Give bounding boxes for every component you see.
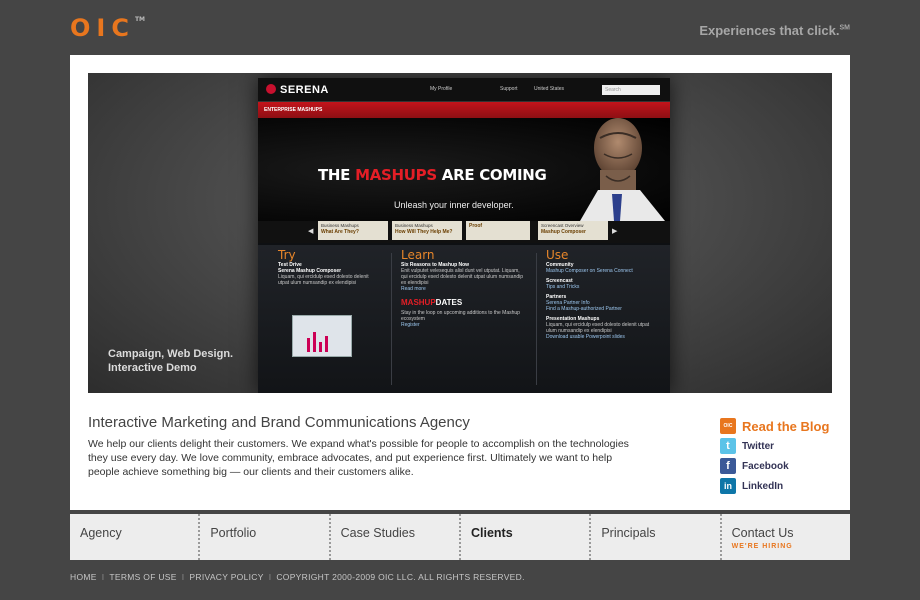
read-blog-link[interactable]: OIC Read the Blog: [720, 416, 829, 436]
serena-tab-1: Business Mashups What Are They?: [318, 221, 388, 240]
intro-text: We help our clients delight their custom…: [88, 438, 629, 478]
composer-screenshot-image: [292, 315, 352, 357]
facebook-icon: f: [720, 458, 736, 474]
tabs-left-arrow-icon: ◀: [308, 228, 314, 235]
nav-clients[interactable]: Clients: [458, 514, 589, 560]
serena-tab-1-top: Business Mashups: [321, 223, 359, 228]
serena-col-learn: Learn Six Reasons to Mashup Now Enit vul…: [393, 245, 533, 393]
oic-blog-icon: OIC: [720, 418, 736, 434]
serena-search: Search: [602, 85, 660, 95]
main-nav: Agency Portfolio Case Studies Clients Pr…: [70, 514, 850, 560]
col-use-body: Liquam, qui ercidulp esed dolesto deleni…: [546, 322, 650, 334]
serena-col-use: Use Community Mashup Composer on Serena …: [538, 245, 668, 393]
read-blog-label: Read the Blog: [742, 418, 830, 434]
tagline: Experiences that click.SM: [699, 23, 850, 38]
serena-tab-3-bottom: Proof: [469, 223, 483, 229]
serena-tab-3: Proof: [466, 221, 530, 240]
serena-nav-profile: My Profile: [430, 86, 453, 92]
headline-part-a: THE: [318, 166, 356, 184]
nav-portfolio[interactable]: Portfolio: [198, 514, 328, 560]
content-panel: Campaign, Web Design. Interactive Demo S…: [70, 55, 850, 510]
serena-tab-2-top: Business Mashups: [395, 223, 433, 228]
footer-home-link[interactable]: HOME: [70, 572, 97, 582]
hero-caption-line1: Campaign, Web Design.: [108, 348, 234, 360]
serena-columns: Try Test Drive Serena Mashup Composer Li…: [258, 245, 670, 393]
serena-nav-country: United States: [534, 86, 565, 92]
serena-logo: SERENA: [266, 84, 329, 96]
tabs-right-arrow-icon: ▶: [612, 228, 618, 235]
logo-tm: TM: [134, 16, 146, 23]
oic-logo[interactable]: OICTM: [70, 14, 145, 42]
col-learn-body2: Stay in the loop on upcoming additions t…: [401, 310, 520, 322]
serena-site-screenshot: SERENA My Profile Support United States …: [258, 78, 670, 393]
tagline-sm: SM: [839, 24, 851, 32]
col-try-body: Liquam, qui ercidulp esed dolesto deleni…: [278, 274, 369, 286]
tagline-text: Experiences that click.: [699, 23, 840, 38]
hero-caption-line2: Interactive Demo: [108, 362, 197, 374]
headline-part-c: ARE COMING: [436, 166, 547, 184]
tattooed-man-image: [580, 118, 665, 221]
mashupdates-part-a: MASHUP: [401, 298, 436, 307]
linkedin-icon: in: [720, 478, 736, 494]
footer-separator: I: [101, 572, 105, 582]
serena-tab-2-bottom: How Will They Help Me?: [395, 229, 453, 235]
serena-headline: THE MASHUPS ARE COMING: [318, 166, 547, 184]
col-use-l4: Download usable Powerpoint slides: [546, 334, 625, 340]
nav-contact-us-label: Contact Us: [731, 526, 794, 540]
serena-section-bar: ENTERPRISE MASHUPS: [258, 102, 670, 118]
serena-nav-support: Support: [500, 86, 518, 92]
twitter-icon: t: [720, 438, 736, 454]
serena-tab-1-bottom: What Are They?: [321, 229, 359, 235]
social-links: OIC Read the Blog t Twitter f Facebook i…: [720, 416, 829, 496]
col-learn-heading: Learn: [401, 248, 435, 262]
serena-tab-2: Business Mashups How Will They Help Me?: [392, 221, 462, 240]
mashupdates-part-b: DATES: [435, 298, 463, 307]
serena-subhead: Unleash your inner developer.: [394, 200, 514, 210]
footer: HOME I TERMS OF USE I PRIVACY POLICY I COPYRIG…: [70, 572, 525, 582]
serena-col-try: Try Test Drive Serena Mashup Composer Li…: [270, 245, 388, 393]
col-try-heading: Try: [278, 248, 296, 262]
serena-brand: SERENA: [280, 84, 329, 96]
footer-privacy-link[interactable]: PRIVACY POLICY: [189, 572, 263, 582]
column-divider: [391, 253, 392, 385]
serena-tabs: ◀ Business Mashups What Are They? Busines…: [258, 221, 670, 243]
nav-principals[interactable]: Principals: [589, 514, 719, 560]
column-divider: [536, 253, 537, 385]
hiring-badge[interactable]: WE'RE HIRING: [732, 543, 840, 550]
facebook-link[interactable]: f Facebook: [720, 456, 829, 476]
twitter-link[interactable]: t Twitter: [720, 436, 829, 456]
headline-part-b: MASHUPS: [355, 166, 437, 184]
col-learn-body: Enit vulputet velesequis alisl dunt vel …: [401, 268, 524, 286]
serena-tab-4-bottom: Mashup Composer: [541, 229, 587, 235]
hero-caption: Campaign, Web Design. Interactive Demo: [108, 347, 233, 375]
nav-contact-us[interactable]: Contact Us WE'RE HIRING: [719, 514, 850, 560]
serena-header: SERENA My Profile Support United States …: [258, 78, 670, 102]
footer-separator: I: [181, 572, 185, 582]
serena-tab-4-top: Screencast Overview: [541, 223, 584, 228]
nav-case-studies[interactable]: Case Studies: [328, 514, 459, 560]
serena-mark-icon: [266, 84, 276, 94]
serena-tab-4: Screencast Overview Mashup Composer: [538, 221, 608, 240]
facebook-label: Facebook: [742, 460, 789, 472]
linkedin-label: LinkedIn: [742, 480, 784, 492]
footer-terms-link[interactable]: TERMS OF USE: [109, 572, 176, 582]
col-learn-register: Register: [401, 322, 420, 328]
serena-banner: THE MASHUPS ARE COMING Unleash your inne…: [258, 118, 670, 221]
logo-text: OIC: [70, 14, 135, 42]
col-use-heading: Use: [546, 248, 569, 262]
linkedin-link[interactable]: in LinkedIn: [720, 476, 829, 496]
portfolio-hero[interactable]: Campaign, Web Design. Interactive Demo S…: [88, 73, 832, 393]
twitter-label: Twitter: [742, 440, 775, 452]
footer-separator: I: [268, 572, 272, 582]
footer-copyright: COPYRIGHT 2000-2009 OIC LLC. ALL RIGHTS …: [276, 572, 525, 582]
intro-title: Interactive Marketing and Brand Communic…: [88, 414, 470, 431]
nav-agency[interactable]: Agency: [70, 514, 198, 560]
